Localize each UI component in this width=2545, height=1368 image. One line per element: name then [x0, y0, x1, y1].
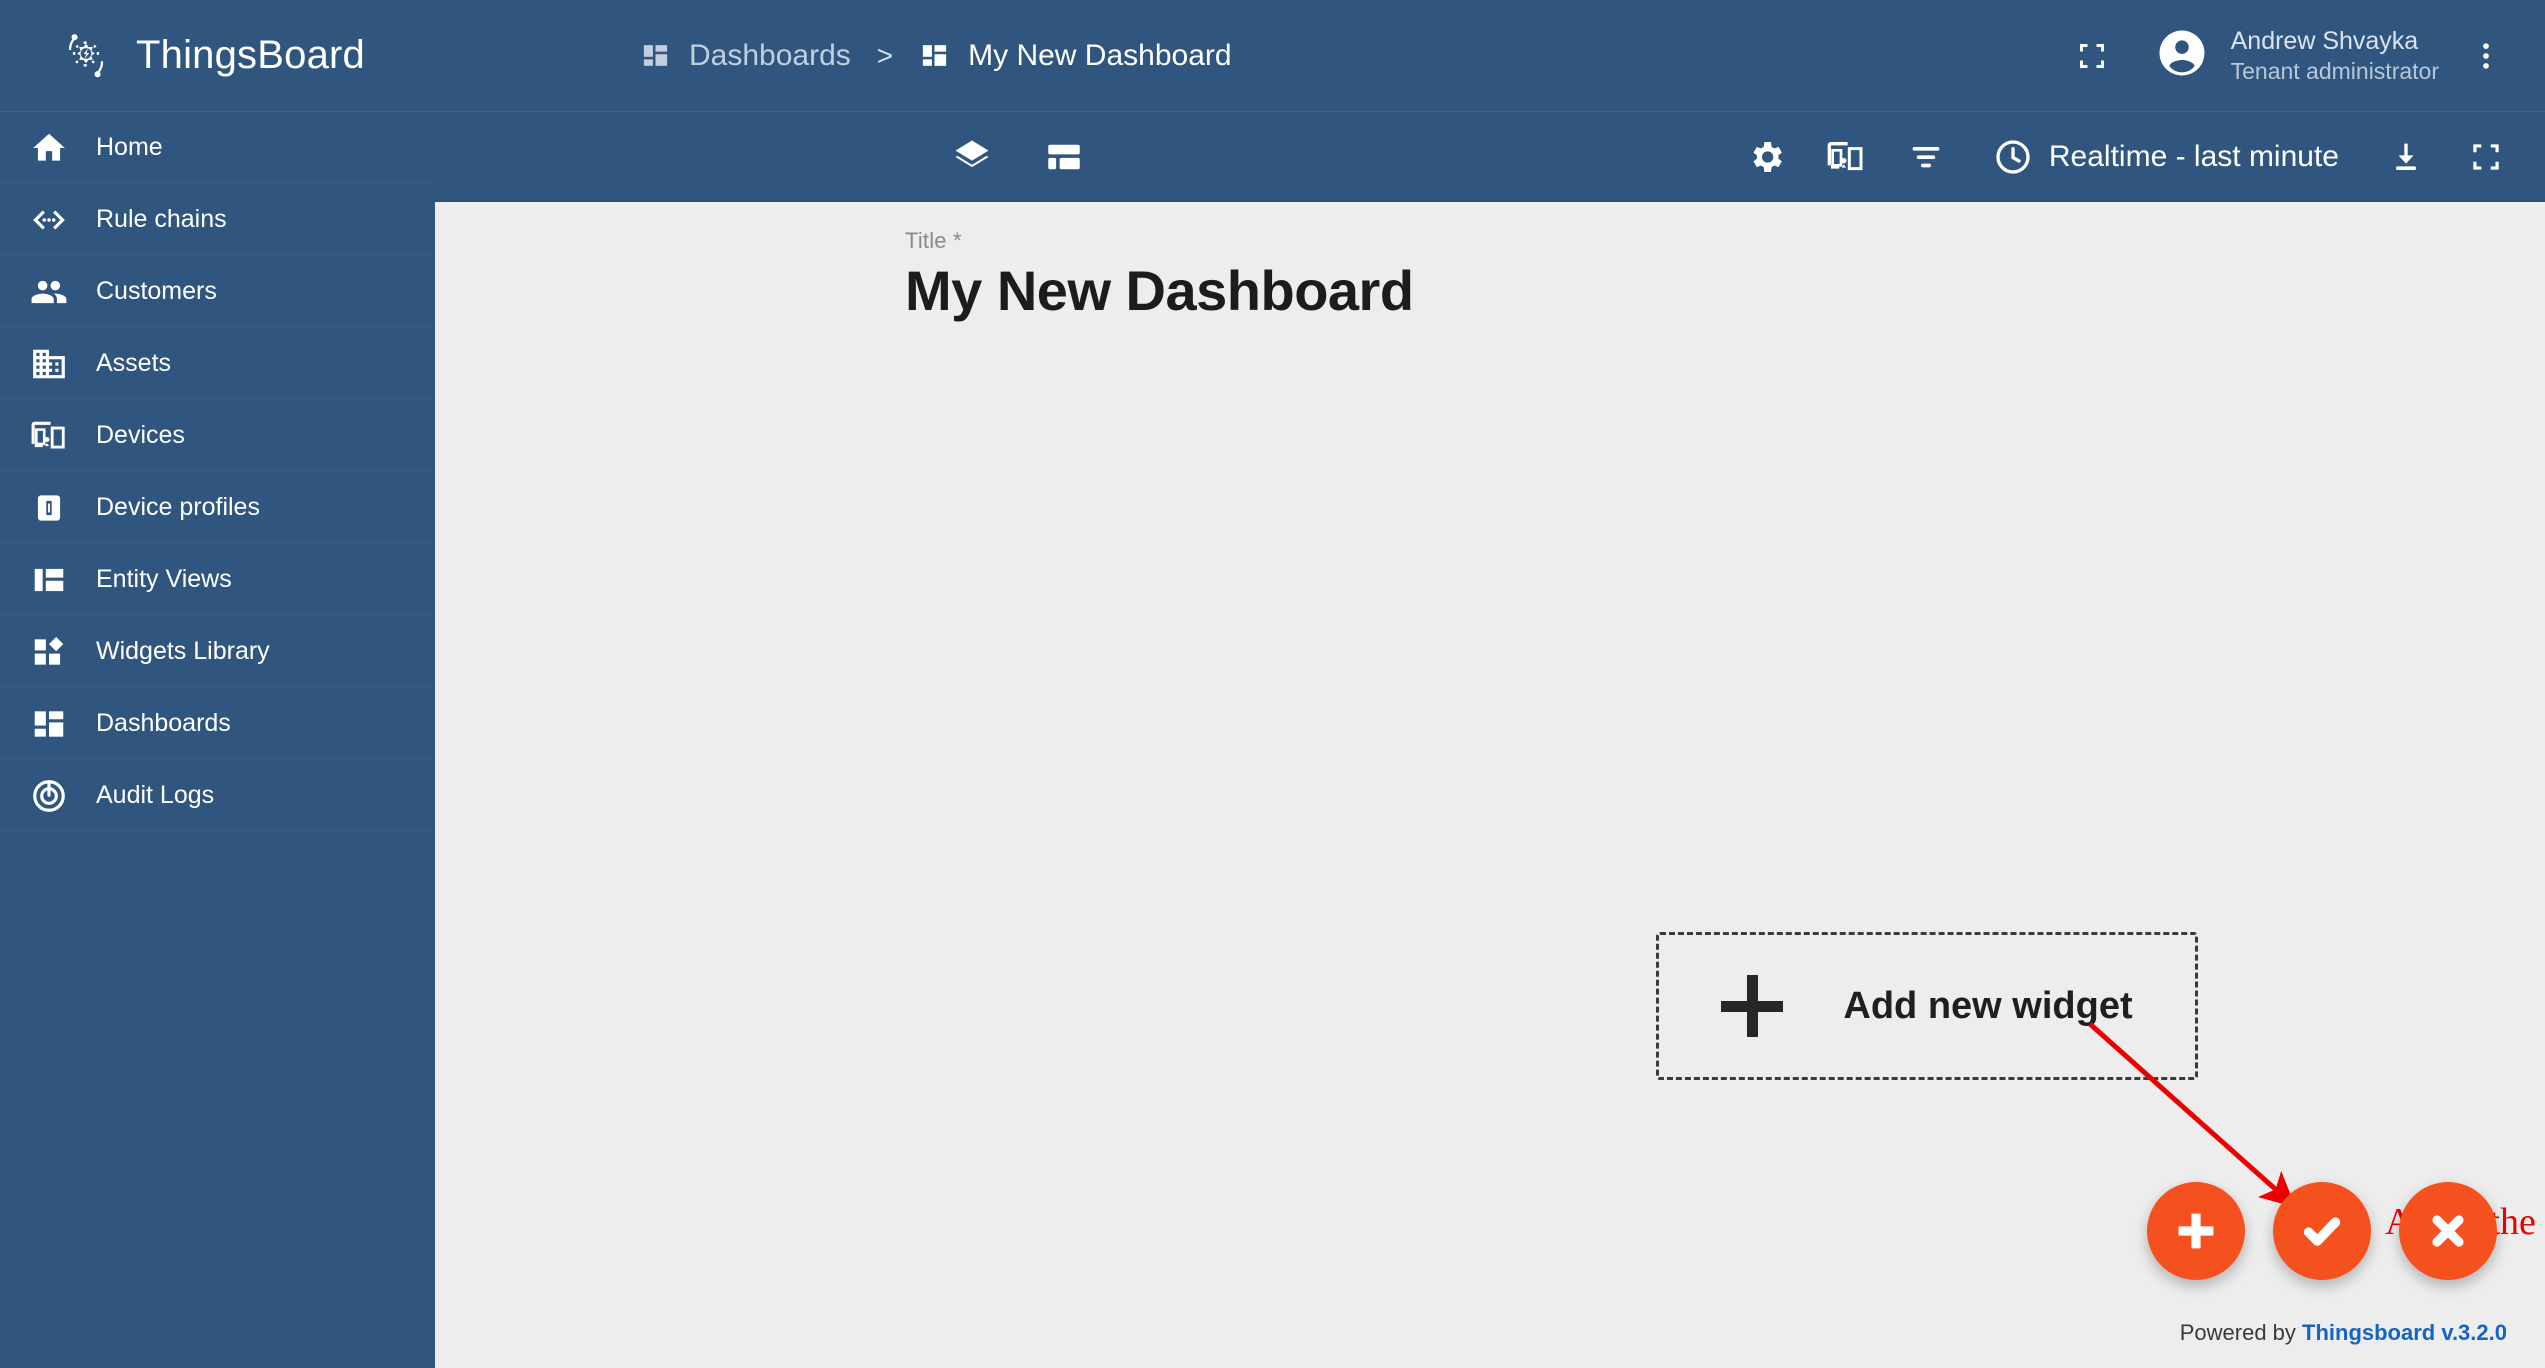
- user-name: Andrew Shvayka: [2230, 27, 2419, 56]
- close-icon: [2432, 1215, 2464, 1247]
- sidebar-item-audit-logs[interactable]: Audit Logs: [0, 760, 435, 832]
- footer: Powered by Thingsboard v.3.2.0: [2180, 1320, 2507, 1346]
- sidebar-item-label: Home: [96, 133, 163, 161]
- customers-icon: [28, 271, 70, 313]
- sidebar-item-label: Device profiles: [96, 493, 260, 521]
- dashboard-toolbar: Realtime - last minute: [435, 112, 2545, 202]
- sidebar-item-label: Assets: [96, 349, 172, 377]
- timewindow-button[interactable]: Realtime - last minute: [1973, 127, 2359, 187]
- brand-name: ThingsBoard: [136, 33, 365, 77]
- thingsboard-logo-icon: [58, 28, 114, 84]
- sidebar-item-assets[interactable]: Assets: [0, 328, 435, 400]
- rule-chains-icon: [28, 199, 70, 241]
- dashboard-title-field[interactable]: Title * My New Dashboard: [435, 202, 2545, 323]
- assets-icon: [28, 343, 70, 385]
- sidebar-item-rule-chains[interactable]: Rule chains: [0, 184, 435, 256]
- sidebar-item-device-profiles[interactable]: Device profiles: [0, 472, 435, 544]
- settings-gear-icon: [1753, 141, 1782, 172]
- add-new-widget-label: Add new widget: [1843, 984, 2133, 1027]
- sidebar-nav: Home Rule chains Customers Assets Device…: [0, 112, 435, 832]
- device-profiles-icon: [28, 487, 70, 529]
- breadcrumb-dashboards-label: Dashboards: [689, 38, 851, 72]
- breadcrumb-dashboards[interactable]: Dashboards: [640, 39, 851, 73]
- layers-icon: [955, 140, 989, 167]
- user-info: Andrew Shvayka Tenant administrator: [2231, 26, 2439, 85]
- more-vertical-icon: [2483, 42, 2489, 69]
- entity-views-icon: [28, 559, 70, 601]
- filters-icon: [1912, 146, 1940, 167]
- sidebar-item-label: Dashboards: [96, 709, 231, 737]
- check-icon: [2303, 1217, 2341, 1246]
- user-role: Tenant administrator: [2230, 57, 2439, 84]
- download-icon: [2396, 143, 2416, 170]
- widgets-library-icon: [28, 631, 70, 673]
- timewindow-label: Realtime - last minute: [2048, 139, 2339, 173]
- header-actions: Andrew Shvayka Tenant administrator: [2055, 19, 2545, 93]
- sidebar-item-label: Customers: [96, 277, 217, 305]
- device-states-icon: [1827, 141, 1863, 170]
- sidebar-item-label: Audit Logs: [96, 781, 215, 809]
- breadcrumb-current[interactable]: My New Dashboard: [919, 38, 1232, 73]
- sidebar-item-widgets-library[interactable]: Widgets Library: [0, 616, 435, 688]
- title-value[interactable]: My New Dashboard: [905, 258, 2545, 323]
- top-header: Dashboards > My New Dashboard Andrew Shv…: [435, 0, 2545, 112]
- header-more-button[interactable]: [2449, 19, 2523, 93]
- sidebar-item-entity-views[interactable]: Entity Views: [0, 544, 435, 616]
- title-label: Title *: [905, 228, 962, 253]
- dashboard-layout-icon: [1048, 144, 1080, 169]
- breadcrumb-current-label: My New Dashboard: [968, 38, 1232, 72]
- avatar: [2155, 26, 2209, 85]
- fullscreen-icon: [2473, 143, 2499, 170]
- sidebar-item-label: Entity Views: [96, 565, 232, 593]
- breadcrumb: Dashboards > My New Dashboard: [435, 39, 1232, 73]
- sidebar-item-devices[interactable]: Devices: [0, 400, 435, 472]
- dashboards-icon: [643, 45, 668, 66]
- toolbar-right-actions: Realtime - last minute: [1729, 120, 2545, 194]
- user-menu[interactable]: Andrew Shvayka Tenant administrator: [2129, 26, 2449, 85]
- dashboard-filters-button[interactable]: [1889, 120, 1963, 194]
- sidebar-item-label: Devices: [96, 421, 185, 449]
- dashboard-settings-button[interactable]: [1729, 120, 1803, 194]
- dashboards-icon: [28, 703, 70, 745]
- dashboard-export-button[interactable]: [2369, 120, 2443, 194]
- dashboards-icon: [923, 45, 947, 66]
- fullscreen-icon: [2079, 43, 2104, 68]
- sidebar-item-label: Widgets Library: [96, 637, 270, 665]
- dashboard-device-states-button[interactable]: [1809, 120, 1883, 194]
- apply-changes-fab[interactable]: [2273, 1182, 2371, 1280]
- dashboard-layers-button[interactable]: [935, 120, 1009, 194]
- plus-icon: [1721, 975, 1784, 1037]
- sidebar-item-customers[interactable]: Customers: [0, 256, 435, 328]
- account-circle-icon: [2159, 30, 2205, 76]
- sidebar: ThingsBoard Home Rule chains Customers A…: [0, 0, 435, 1368]
- dashboard-fullscreen-button[interactable]: [2449, 120, 2523, 194]
- home-icon: [28, 127, 70, 169]
- dashboard-canvas: Title * My New Dashboard Add new widget …: [435, 202, 2545, 1368]
- devices-icon: [28, 415, 70, 457]
- app-root: ThingsBoard Home Rule chains Customers A…: [0, 0, 2545, 1368]
- sidebar-item-dashboards[interactable]: Dashboards: [0, 688, 435, 760]
- floating-action-buttons: [2147, 1182, 2497, 1280]
- sidebar-item-home[interactable]: Home: [0, 112, 435, 184]
- plus-icon: [2178, 1213, 2214, 1249]
- add-widget-fab[interactable]: [2147, 1182, 2245, 1280]
- clock-icon: [1996, 139, 2030, 174]
- footer-link[interactable]: Thingsboard v.3.2.0: [2302, 1320, 2507, 1345]
- add-new-widget-button[interactable]: Add new widget: [1656, 932, 2198, 1080]
- toolbar-left-actions: [935, 120, 1101, 194]
- main-region: Dashboards > My New Dashboard Andrew Shv…: [435, 0, 2545, 1368]
- header-fullscreen-button[interactable]: [2055, 19, 2129, 93]
- breadcrumb-separator: >: [876, 39, 894, 71]
- cancel-changes-fab[interactable]: [2399, 1182, 2497, 1280]
- dashboard-states-button[interactable]: [1027, 120, 1101, 194]
- audit-logs-icon: [28, 775, 70, 817]
- sidebar-item-label: Rule chains: [96, 205, 227, 233]
- brand[interactable]: ThingsBoard: [0, 0, 435, 112]
- footer-prefix: Powered by: [2179, 1320, 2303, 1345]
